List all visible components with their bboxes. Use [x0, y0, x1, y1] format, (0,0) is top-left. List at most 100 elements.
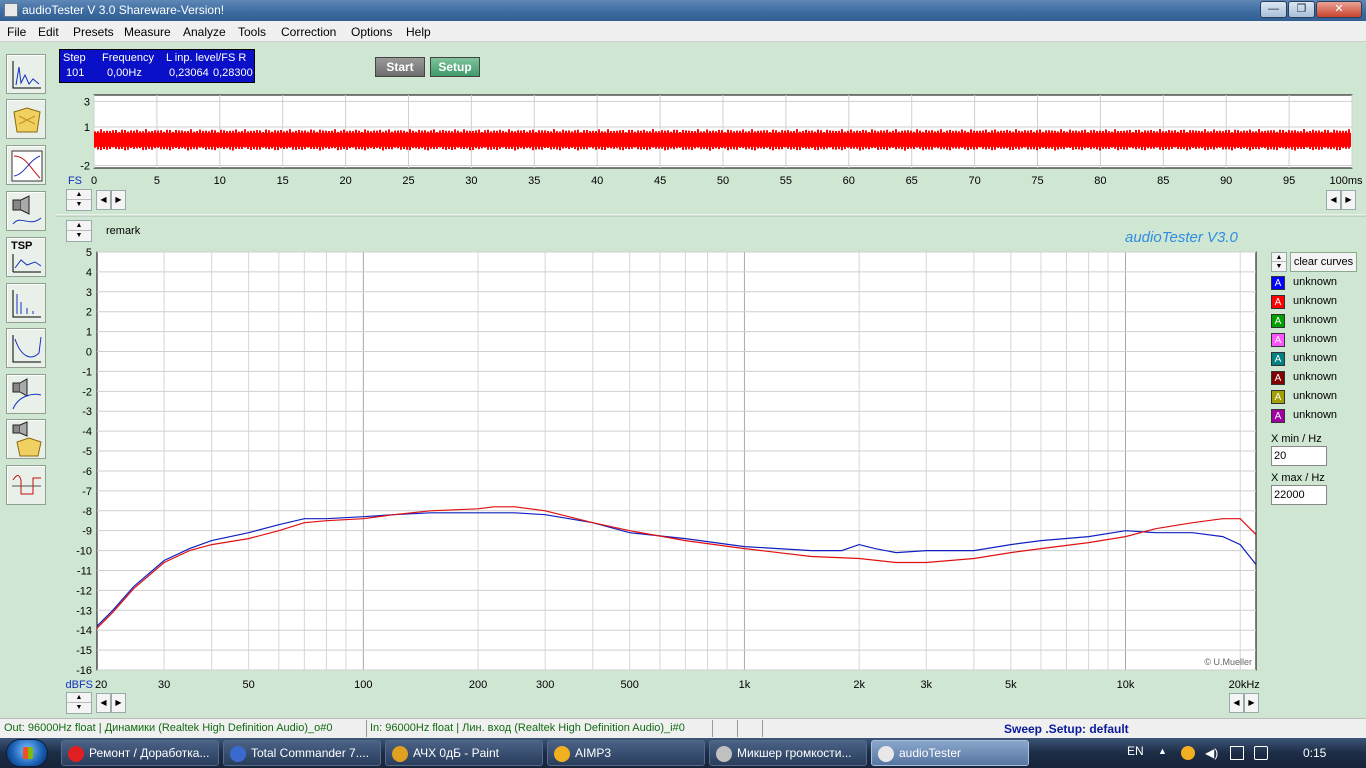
scope-x-tick-label: 40	[591, 175, 603, 187]
chart-y-tick-label: 2	[86, 307, 92, 319]
taskbar-task[interactable]: AIMP3	[547, 740, 705, 766]
taskbar-task[interactable]: АЧХ 0дБ - Paint	[385, 740, 543, 766]
legend-swatch-icon[interactable]: A	[1271, 295, 1285, 309]
status-divider	[737, 720, 738, 737]
chart-y-tick-label: -9	[82, 526, 92, 538]
chart-x-tick-label: 20kHz	[1229, 679, 1260, 691]
scope-x-tick-label: 45	[654, 175, 666, 187]
chart-x-tick-label: 30	[158, 679, 170, 691]
task-label: Ремонт / Доработка...	[89, 746, 209, 760]
tray-expand-icon[interactable]: ▲	[1158, 746, 1172, 760]
scope-x-tick-label: 85	[1157, 175, 1169, 187]
scope-x-tick-label: 70	[968, 175, 980, 187]
scope-fs-label: FS	[68, 175, 82, 187]
task-app-icon	[716, 746, 732, 762]
aimp-tray-icon[interactable]	[1181, 746, 1195, 760]
legend-label: unknown	[1293, 371, 1338, 383]
volume-icon[interactable]: ◀)	[1205, 746, 1219, 760]
chart-y-tick-label: -15	[76, 645, 92, 657]
status-divider	[762, 720, 763, 737]
scope-x-tick-label: 15	[277, 175, 289, 187]
scope-x-tick-label: 80	[1094, 175, 1106, 187]
chart-x-tick-label: 3k	[920, 679, 932, 691]
scope-x-tick-label: 0	[91, 175, 97, 187]
chart-y-tick-label: -8	[82, 506, 92, 518]
status-divider	[366, 720, 367, 737]
scope-x-tick-label: 75	[1031, 175, 1043, 187]
scope-x-tick-label: 35	[528, 175, 540, 187]
scope-x-tick-label: 20	[339, 175, 351, 187]
chart-y-tick-label: 5	[86, 247, 92, 259]
chart-y-tick-label: -11	[77, 565, 92, 577]
scope-x-tick-label: 90	[1220, 175, 1232, 187]
chart-y-tick-label: -1	[82, 366, 92, 378]
scope-x-tick-label: 60	[843, 175, 855, 187]
task-app-icon	[230, 746, 246, 762]
chart-y-tick-label: 1	[86, 327, 92, 339]
task-app-icon	[392, 746, 408, 762]
scope-signal-trace	[94, 129, 1350, 151]
legend-swatch-icon[interactable]: A	[1271, 409, 1285, 423]
chart-y-tick-label: -2	[82, 386, 92, 398]
chart-y-tick-label: -5	[82, 446, 92, 458]
task-label: Total Commander 7....	[251, 746, 370, 760]
chart-y-unit-label: dBFS	[65, 679, 93, 691]
spinner-down-icon[interactable]: ▼	[1272, 262, 1286, 271]
legend-swatch-icon[interactable]: A	[1271, 390, 1285, 404]
scope-x-tick-label: 55	[780, 175, 792, 187]
chart-x-tick-label: 300	[536, 679, 554, 691]
chart-x-tick-label: 10k	[1117, 679, 1135, 691]
chart-y-tick-label: -10	[76, 546, 92, 558]
legend-swatch-icon[interactable]: A	[1271, 352, 1285, 366]
network-icon[interactable]	[1230, 746, 1244, 760]
legend-swatch-icon[interactable]: A	[1271, 333, 1285, 347]
legend-spinner[interactable]: ▲ ▼	[1271, 252, 1287, 272]
chart-x-tick-label: 50	[243, 679, 255, 691]
clock[interactable]: 0:15	[1303, 746, 1326, 760]
power-icon[interactable]	[1254, 746, 1268, 760]
scope-x-tick-label: 30	[465, 175, 477, 187]
legend-swatch-icon[interactable]: A	[1271, 371, 1285, 385]
chart-y-tick-label: -16	[76, 665, 92, 677]
scope-y-tick-label: 3	[84, 96, 90, 108]
xmax-input[interactable]	[1271, 485, 1327, 505]
windows-logo-icon	[23, 747, 33, 759]
frequency-response-chart[interactable]: 5 4 3 2 1 0 -1 -2 -3 -4 -5 -6 -7 -8 -9 -10 -11 -12 -13 -14 -…	[65, 247, 1259, 691]
taskbar-task[interactable]: Total Commander 7....	[223, 740, 381, 766]
taskbar-task[interactable]: Микшер громкости...	[709, 740, 867, 766]
scope-x-tick-label: 65	[906, 175, 918, 187]
clear-curves-button[interactable]: clear curves	[1290, 252, 1357, 272]
xmax-label: X max / Hz	[1271, 472, 1325, 484]
chart-y-tick-label: -6	[82, 466, 92, 478]
oscilloscope-plot[interactable]: 0 5 10 15 20 25 30 35 40 45 50 55 60 65 70 75 80 85 90 95 10…	[68, 94, 1363, 187]
status-divider	[712, 720, 713, 737]
status-out-device: Out: 96000Hz float | Динамики (Realtek H…	[4, 722, 333, 734]
spinner-up-icon[interactable]: ▲	[1272, 253, 1286, 262]
xmin-input[interactable]	[1271, 446, 1327, 466]
chart-x-tick-label: 20	[95, 679, 107, 691]
legend-label: unknown	[1293, 295, 1338, 307]
task-label: audioTester	[899, 746, 962, 760]
scope-y-tick-label: -2	[80, 160, 90, 172]
taskbar-task[interactable]: audioTester	[871, 740, 1029, 766]
status-in-device: In: 96000Hz float | Лин. вход (Realtek H…	[370, 722, 685, 734]
chart-y-tick-label: 3	[86, 287, 92, 299]
scope-x-tick-label: 10	[214, 175, 226, 187]
chart-x-tick-label: 500	[621, 679, 639, 691]
chart-x-tick-label: 200	[469, 679, 487, 691]
legend-swatch-icon[interactable]: A	[1271, 314, 1285, 328]
chart-x-tick-label: 100	[354, 679, 372, 691]
task-label: АЧХ 0дБ - Paint	[413, 746, 499, 760]
language-indicator[interactable]: EN	[1127, 744, 1144, 758]
legend-swatch-icon[interactable]: A	[1271, 276, 1285, 290]
taskbar-task[interactable]: Ремонт / Доработка...	[61, 740, 219, 766]
chart-y-tick-label: -3	[82, 406, 92, 418]
legend-label: unknown	[1293, 352, 1338, 364]
legend-label: unknown	[1293, 409, 1338, 421]
status-bar: Out: 96000Hz float | Динамики (Realtek H…	[0, 718, 1366, 738]
chart-y-tick-label: -4	[82, 426, 92, 438]
scope-x-tick-label: 100ms	[1329, 175, 1363, 187]
task-label: Микшер громкости...	[737, 746, 852, 760]
start-menu-button[interactable]	[6, 739, 48, 767]
chart-y-tick-label: 4	[86, 267, 92, 279]
